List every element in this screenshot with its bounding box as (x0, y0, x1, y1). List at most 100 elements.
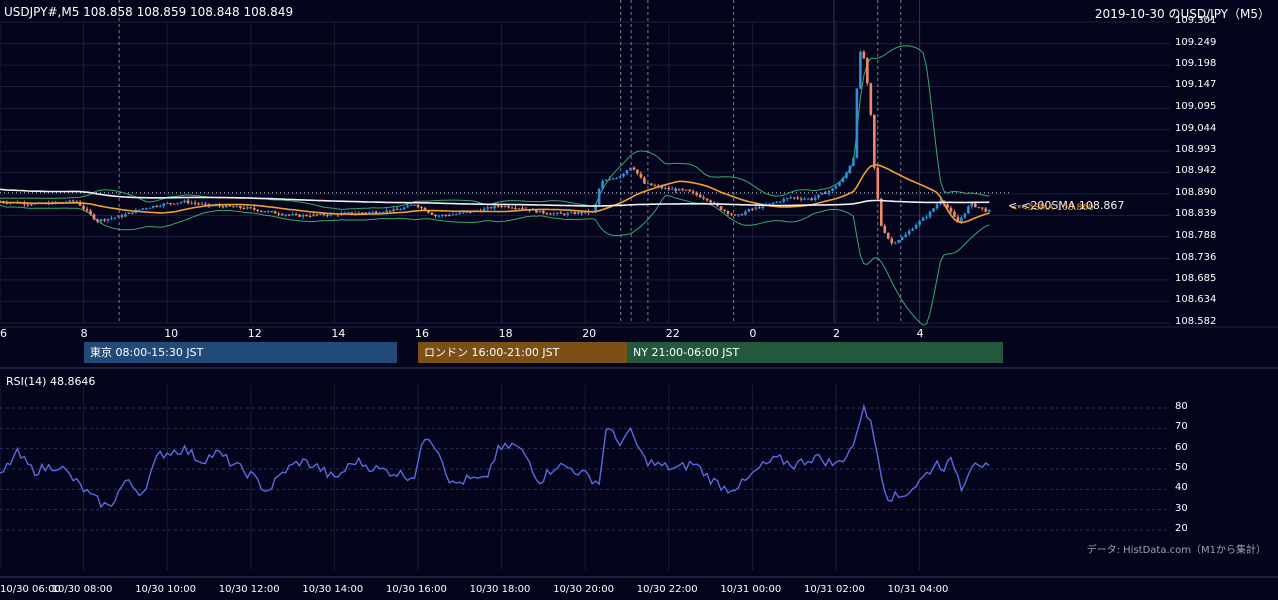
hour-tick-label: 22 (665, 327, 680, 340)
candle-body (785, 198, 789, 200)
candle-body (155, 205, 159, 207)
candle-body (688, 189, 691, 192)
time-tick-label: 10/30 14:00 (302, 584, 364, 595)
candle-body (862, 51, 866, 59)
candle-body (510, 207, 514, 209)
rsi-tick-label: 50 (1175, 462, 1188, 473)
candle-body (772, 202, 775, 204)
candle-body (514, 207, 517, 209)
candle-body (643, 177, 646, 184)
candle-body (252, 208, 256, 210)
candle-body (883, 225, 887, 233)
candle-body (538, 210, 542, 213)
candle-body (900, 237, 904, 240)
candle-body (399, 209, 402, 211)
candle-body (984, 208, 988, 212)
time-tick-label: 10/30 20:00 (553, 584, 615, 595)
data-credit: データ: HistData.com（M1から集計） (1086, 545, 1266, 556)
candle-body (392, 209, 395, 212)
price-tick-label: 109.044 (1175, 122, 1217, 134)
candle-body (507, 206, 510, 208)
price-chart[interactable] (0, 0, 1278, 600)
hour-tick-label: 18 (498, 327, 513, 340)
candle-body (629, 167, 632, 171)
candle-body (580, 212, 584, 214)
candle-body (246, 207, 249, 209)
candle-body (138, 209, 141, 211)
hour-tick-label: 8 (80, 327, 88, 340)
candle-body (949, 207, 953, 212)
candle-body (677, 188, 681, 191)
time-tick-label: 10/30 12:00 (218, 584, 280, 595)
candle-body (608, 178, 611, 181)
candle-body (124, 214, 127, 217)
candle-body (953, 211, 956, 217)
candle-body (841, 177, 845, 183)
candle-body (200, 203, 204, 205)
symbol-ohlc-label: USDJPY#,M5 108.858 108.859 108.848 108.8… (4, 5, 294, 19)
candle-body (120, 215, 124, 217)
candle-body (876, 167, 880, 199)
candle-body (569, 212, 573, 214)
candle-body (824, 192, 827, 194)
candle-body (270, 211, 273, 213)
candle-body (326, 214, 329, 216)
candle-body (604, 180, 608, 182)
candle-body (646, 183, 650, 185)
candle-body (744, 211, 747, 215)
hour-tick-label: 20 (582, 327, 597, 340)
candle-body (664, 187, 667, 189)
candle-body (455, 214, 458, 216)
candle-body (890, 238, 894, 244)
tokyo-session-bar: 東京 08:00-15:30 JST (84, 342, 397, 363)
candle-body (385, 210, 388, 213)
candle-body (542, 210, 545, 214)
time-tick-label: 10/30 10:00 (135, 584, 197, 595)
candle-body (388, 210, 392, 212)
candle-body (434, 214, 437, 217)
candle-body (371, 211, 375, 213)
candle-body (169, 203, 172, 205)
candle-body (228, 205, 232, 207)
candle-body (204, 203, 207, 205)
candle-body (92, 214, 96, 220)
candle-body (681, 188, 685, 190)
candle-body (719, 206, 723, 210)
candle-body (117, 215, 120, 218)
candle-body (747, 208, 751, 212)
candle-body (127, 212, 131, 215)
candle-body (437, 215, 441, 217)
hour-tick-label: 16 (415, 327, 429, 340)
candle-body (556, 212, 559, 214)
candle-body (869, 83, 873, 115)
candle-body (684, 189, 688, 191)
price-tick-label: 108.993 (1175, 143, 1217, 155)
candle-body (148, 207, 152, 209)
candle-body (151, 205, 155, 208)
candle-body (549, 213, 552, 215)
hour-tick-label: 10 (164, 327, 179, 340)
candle-body (848, 165, 852, 174)
candle-body (221, 206, 225, 208)
candle-body (517, 208, 521, 210)
candle-body (68, 200, 71, 203)
candle-body (911, 228, 914, 231)
candle-body (448, 215, 451, 217)
price-tick-label: 109.198 (1175, 58, 1217, 70)
price-tick-label: 108.634 (1175, 294, 1217, 306)
candle-body (914, 224, 918, 229)
ma-annotation: <-<5SMA 108.860 (1010, 203, 1094, 213)
candle-body (489, 207, 493, 209)
candle-body (751, 208, 754, 210)
candle-body (838, 182, 841, 187)
candle-body (726, 210, 730, 214)
candle-body (967, 206, 970, 214)
candle-body (374, 211, 378, 214)
candle-body (235, 206, 239, 208)
candle-body (691, 191, 695, 193)
candle-body (740, 214, 744, 216)
candle-body (179, 202, 183, 204)
candle-body (932, 208, 935, 212)
candle-body (855, 88, 859, 158)
candle-body (496, 205, 500, 207)
